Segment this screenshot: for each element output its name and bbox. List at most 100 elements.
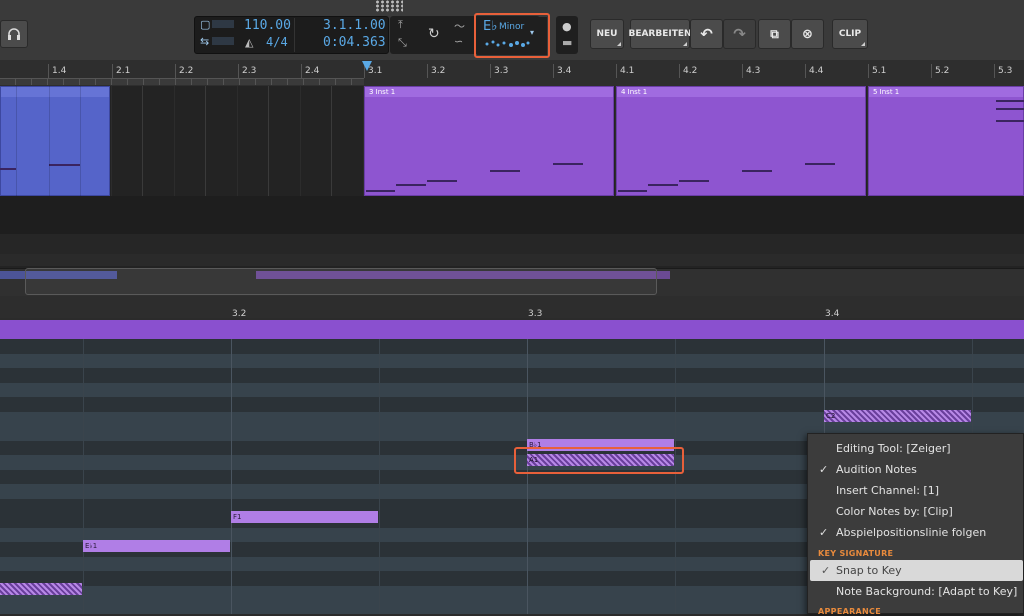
ruler-tick	[805, 64, 806, 78]
menu-item-audition-notes[interactable]: ✓ Audition Notes	[808, 459, 1023, 480]
level-meter	[212, 20, 234, 28]
menu-item-snap-to-key[interactable]: ✓ Snap to Key	[810, 560, 1023, 581]
pianoroll-ruler-label: 3.2	[232, 309, 247, 319]
pitch-lane	[0, 382, 1024, 397]
metronome-icon[interactable]: ◭	[245, 36, 253, 49]
record-dot-icon[interactable]: ●	[562, 20, 572, 33]
redo-icon: ↷	[733, 25, 746, 43]
redo-button[interactable]: ↷	[723, 19, 756, 49]
clip-note-bar	[742, 170, 772, 172]
headphones-button[interactable]	[0, 20, 28, 48]
ruler-tick	[994, 64, 995, 78]
clip-note-bar	[396, 184, 426, 186]
copy-button[interactable]: ⧉	[758, 19, 791, 49]
note-eb1[interactable]: E♭1	[83, 540, 230, 552]
tempo-value[interactable]: 110.00	[244, 18, 291, 33]
ruler-label: 4.4	[809, 66, 824, 76]
level-meter	[212, 37, 234, 45]
loop-box-icon[interactable]: ▢	[200, 18, 210, 31]
ruler-label: 4.1	[620, 66, 635, 76]
grid-line	[83, 339, 84, 614]
overview-viewport[interactable]	[25, 268, 657, 295]
grid-line	[379, 339, 380, 614]
time-signature[interactable]: 4/4	[266, 35, 288, 49]
clip-5[interactable]: 5 Inst 1	[868, 86, 1024, 196]
fade-out-icon[interactable]: ∽	[454, 35, 463, 48]
pitch-lane	[0, 353, 1024, 368]
menu-item-color-notes[interactable]: Color Notes by: [Clip]	[808, 501, 1023, 522]
clip-note-bar	[618, 190, 647, 192]
copy-icon: ⧉	[770, 26, 779, 41]
new-button-label: NEU	[596, 29, 618, 39]
fade-in-icon[interactable]: 〜	[454, 18, 465, 34]
check-icon: ✓	[819, 526, 829, 539]
ruler-subdivisions	[0, 78, 364, 85]
ruler-tick	[679, 64, 680, 78]
ruler-tick	[112, 64, 113, 78]
clip-note-bar	[805, 163, 835, 165]
headphones-icon	[8, 28, 20, 40]
check-icon: ✓	[819, 463, 829, 476]
delete-button[interactable]: ⊗	[791, 19, 824, 49]
menu-item-label: Note Background: [Adapt to Key]	[836, 585, 1018, 598]
menu-item-label: Color Notes by: [Clip]	[836, 505, 953, 518]
punch-in-icon[interactable]: ⤒	[398, 18, 403, 32]
clip-3[interactable]: 3 Inst 1	[364, 86, 614, 196]
clip-note-bar	[366, 190, 395, 192]
position-beats[interactable]: 3.1.1.00	[323, 18, 386, 33]
clip-beat-line	[49, 86, 50, 196]
new-button[interactable]: NEU	[590, 19, 624, 49]
clip-4-header: 4 Inst 1	[617, 87, 865, 97]
check-icon: ✓	[821, 564, 831, 577]
undo-button[interactable]: ↶	[690, 19, 723, 49]
clip-note-bar	[49, 164, 80, 166]
menu-item-insert-channel[interactable]: Insert Channel: [1]	[808, 480, 1023, 501]
ruler-tick	[868, 64, 869, 78]
ruler-label: 4.3	[746, 66, 761, 76]
edit-button[interactable]: BEARBEITEN	[628, 19, 692, 49]
playhead-marker[interactable]	[362, 61, 372, 71]
menu-item-follow-playhead[interactable]: ✓ Abspielpositionslinie folgen	[808, 522, 1023, 543]
empty-track-lane[interactable]	[0, 196, 1024, 234]
note-selected[interactable]	[0, 583, 82, 595]
note-f1[interactable]: F1	[231, 511, 378, 523]
folder-icon[interactable]: ▬	[562, 36, 572, 49]
pianoroll-ruler[interactable]	[0, 296, 1024, 318]
section-key-signature: KEY SIGNATURE	[818, 549, 894, 558]
clip-note-bar	[490, 170, 520, 172]
swap-icon[interactable]: ⇆	[200, 35, 209, 48]
automation-icon[interactable]: ⤡	[398, 36, 407, 50]
clip-range-bar[interactable]	[0, 320, 1024, 339]
clip-note-bar	[996, 120, 1024, 122]
menu-item-label: Snap to Key	[836, 564, 902, 577]
loop-icon[interactable]: ↻	[428, 26, 440, 42]
empty-track-lane[interactable]	[0, 234, 1024, 254]
clip-4[interactable]: 4 Inst 1	[616, 86, 866, 196]
ruler-tick	[238, 64, 239, 78]
clip-button[interactable]: CLIP	[832, 19, 868, 49]
ruler-label: 5.1	[872, 66, 887, 76]
menu-item-note-background[interactable]: Note Background: [Adapt to Key]	[808, 581, 1023, 602]
ruler-tick	[48, 64, 49, 78]
position-time[interactable]: 0:04.363	[323, 35, 386, 50]
empty-track-lane[interactable]	[0, 254, 1024, 266]
ruler-label: 1.4	[52, 66, 67, 76]
pianoroll-ruler-label: 3.4	[825, 309, 840, 319]
pitch-lane	[0, 339, 1024, 354]
ruler-label: 5.3	[998, 66, 1013, 76]
ruler-tick	[301, 64, 302, 78]
menu-item-label: Insert Channel: [1]	[836, 484, 939, 497]
note-c2-selected[interactable]: C2	[824, 410, 971, 422]
grip-icon[interactable]	[375, 0, 403, 12]
clip-note-bar	[996, 108, 1024, 110]
clip-button-label: CLIP	[838, 29, 862, 39]
section-appearance: APPEARANCE	[818, 607, 881, 616]
menu-item-editing-tool[interactable]: Editing Tool: [Zeiger]	[808, 438, 1023, 459]
menu-item-label: Audition Notes	[836, 463, 917, 476]
clip-5-header: 5 Inst 1	[869, 87, 1023, 97]
grid-line	[675, 339, 676, 614]
ruler-tick	[616, 64, 617, 78]
ruler-label: 2.4	[305, 66, 320, 76]
grid-line	[527, 339, 528, 614]
undo-icon: ↶	[700, 25, 713, 43]
